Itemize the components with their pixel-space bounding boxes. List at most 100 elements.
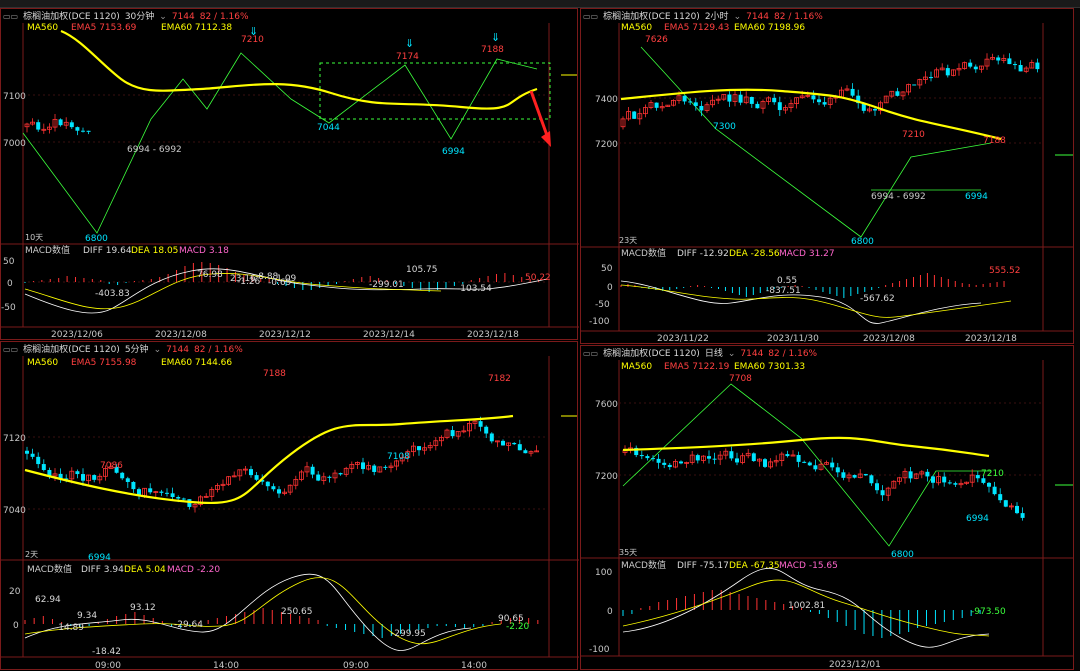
- macd-label: 9.34: [77, 611, 97, 621]
- macd-diff: DIFF 3.94: [81, 565, 124, 575]
- low-label: 6994: [88, 553, 111, 563]
- arrow-down-icon: ⇓: [491, 31, 500, 44]
- macd-y-tick: 0: [607, 283, 613, 293]
- candlestick-chart[interactable]: MA560 EMA5 7122.19 EMA60 7301.33 7600 72…: [581, 346, 1075, 671]
- candle-body: [693, 102, 698, 106]
- candle-body: [749, 97, 754, 104]
- ema5-label: EMA5 7122.19: [664, 362, 730, 372]
- candle-body: [41, 464, 46, 470]
- candle-body: [772, 97, 777, 103]
- ema5-label: EMA5 7129.43: [664, 23, 729, 33]
- y-tick: 7100: [3, 92, 26, 102]
- candle-body: [850, 88, 855, 96]
- macd-y-tick: -50: [595, 300, 610, 310]
- macd-label: -403.83: [95, 289, 130, 299]
- candle-body: [327, 476, 332, 478]
- macd-dea: DEA -28.56: [729, 249, 780, 259]
- candle-body: [699, 105, 704, 111]
- low-label: 6994: [442, 147, 465, 157]
- candle-body: [667, 464, 672, 468]
- candle-body: [120, 472, 125, 479]
- macd-label: -14.89: [55, 623, 84, 633]
- y-tick: 7120: [3, 434, 26, 444]
- x-tick: 2023/12/01: [829, 660, 881, 670]
- macd-histogram: [622, 590, 981, 638]
- low-label: 6994: [965, 192, 988, 202]
- macd-label: 76.98: [197, 270, 223, 280]
- macd-y-tick: 0: [607, 607, 613, 617]
- ma560-label: MA560: [27, 23, 58, 33]
- low-label: 7044: [317, 123, 340, 133]
- ema60-label: EMA60 7301.33: [734, 362, 805, 372]
- macd-value: MACD 3.18: [179, 246, 229, 256]
- high-label: 7174: [396, 52, 419, 62]
- low-label: 7300: [713, 122, 736, 132]
- candle-body: [968, 62, 973, 67]
- macd-value: MACD -15.65: [779, 561, 838, 571]
- chart-panel-2hour[interactable]: ▭▭ 棕榈油加权(DCE 1120) 2小时 ⌄ 7144 82 / 1.16% MA56…: [580, 8, 1075, 345]
- candle-body: [785, 454, 790, 457]
- high-label: 7708: [729, 374, 752, 384]
- candle-body: [277, 489, 281, 494]
- x-tick: 2023/11/22: [657, 334, 709, 344]
- candle-body: [1018, 64, 1023, 72]
- macd-dea: DEA 18.05: [131, 246, 178, 256]
- macd-label: 250.65: [281, 607, 313, 617]
- candle-body: [688, 101, 693, 103]
- ma560-line: [60, 29, 538, 110]
- candle-body: [817, 99, 821, 103]
- macd-label: 0.55: [777, 276, 797, 286]
- candle-body: [735, 458, 739, 463]
- y-tick: 7000: [3, 139, 26, 149]
- y-tick: 7040: [3, 506, 26, 516]
- candle-body: [863, 474, 868, 476]
- candle-body: [165, 492, 169, 494]
- candle-body: [929, 77, 933, 79]
- days-label: 2天: [25, 550, 38, 559]
- y-tick: 7200: [595, 472, 618, 482]
- candle-body: [523, 450, 528, 454]
- y-tick: 7200: [595, 140, 618, 150]
- candle-body: [181, 498, 186, 500]
- y-tick: 7600: [595, 400, 618, 410]
- candle-body: [727, 94, 732, 102]
- chart-panel-daily[interactable]: ▭▭ 棕榈油加权(DCE 1120) 日线 ⌄ 7144 82 / 1.16% MA560…: [580, 345, 1075, 671]
- ma560-line: [622, 436, 990, 458]
- candles: [622, 442, 1025, 521]
- macd-y-tick: -50: [1, 303, 16, 313]
- candle-body: [265, 481, 270, 487]
- candle-body: [707, 456, 711, 459]
- macd-label: -837.51: [766, 286, 801, 296]
- candle-body: [835, 467, 840, 473]
- candle-body: [992, 486, 997, 495]
- candle-body: [998, 494, 1003, 501]
- candle-body: [81, 130, 85, 132]
- x-tick: 2023/12/08: [863, 334, 915, 344]
- candle-body: [925, 471, 930, 477]
- chart-panel-5min[interactable]: ▭▭ 棕榈油加权(DCE 1120) 5分钟 ⌄ 7144 82 / 1.16% MA56…: [0, 341, 579, 671]
- range-label: 6994 - 6992: [871, 192, 926, 202]
- candle-body: [931, 476, 935, 483]
- candle-body: [131, 481, 136, 490]
- x-tick: 2023/11/30: [767, 334, 819, 344]
- candlestick-chart[interactable]: MA560 EMA5 7155.98 EMA60 7144.66 7120 70…: [1, 342, 579, 671]
- candle-body: [310, 466, 315, 475]
- candle-body: [30, 453, 35, 457]
- candlestick-chart[interactable]: MA560 EMA5 7129.43 EMA60 7198.96 7400 72…: [581, 9, 1075, 345]
- days-label: 35天: [619, 548, 637, 557]
- candle-body: [942, 476, 947, 483]
- candle-body: [1015, 505, 1019, 514]
- candle-body: [895, 91, 900, 96]
- high-label: 7182: [488, 374, 511, 384]
- chart-panel-30min[interactable]: ▭▭ 棕榈油加权(DCE 1120) 30分钟 ⌄ 7144 82 / 1.16% MA5…: [0, 8, 579, 341]
- candle-body: [945, 68, 950, 76]
- macd-title: MACD数值: [621, 247, 666, 259]
- candle-body: [25, 450, 29, 454]
- low-label: 6800: [891, 550, 914, 560]
- high-label: 7086: [100, 461, 123, 471]
- macd-value: MACD 31.27: [779, 249, 835, 259]
- candlestick-chart[interactable]: MA560 EMA5 7153.69 EMA60 7112.38 7100 70…: [1, 9, 579, 341]
- macd-dea: DEA 5.04: [124, 565, 166, 575]
- candle-body: [1003, 500, 1008, 507]
- candle-body: [651, 458, 655, 460]
